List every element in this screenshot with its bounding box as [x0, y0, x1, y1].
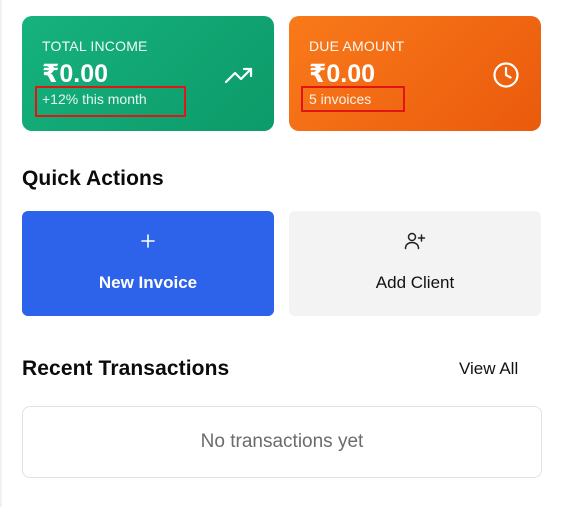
due-amount-label: DUE AMOUNT — [309, 38, 405, 54]
add-client-label: Add Client — [375, 273, 455, 292]
new-invoice-label: New Invoice — [98, 273, 198, 292]
user-plus-icon — [289, 231, 541, 251]
view-all-link[interactable]: View All — [459, 359, 518, 379]
empty-state-text: No transactions yet — [200, 431, 364, 452]
plus-icon — [22, 231, 274, 251]
left-edge-divider — [0, 0, 2, 507]
quick-actions-title: Quick Actions — [22, 167, 164, 190]
recent-transactions-title: Recent Transactions — [22, 357, 230, 380]
total-income-label: TOTAL INCOME — [42, 38, 148, 54]
clock-icon — [489, 60, 523, 90]
highlight-box-due-invoices — [301, 86, 405, 112]
due-amount-card: DUE AMOUNT ₹0.00 5 invoices — [289, 16, 541, 131]
add-client-button[interactable]: Add Client — [289, 211, 541, 316]
transactions-empty-state: No transactions yet — [22, 406, 542, 478]
new-invoice-button[interactable]: New Invoice — [22, 211, 274, 316]
highlight-box-income-change — [35, 86, 186, 117]
trending-up-icon — [222, 60, 256, 90]
